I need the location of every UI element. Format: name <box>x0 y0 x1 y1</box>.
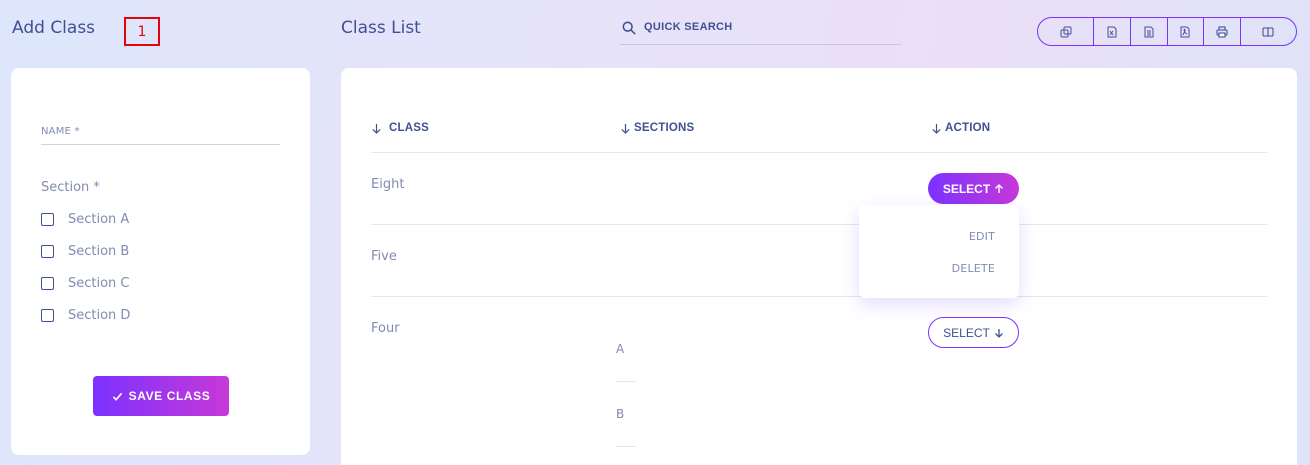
section-d-checkbox[interactable]: Section D <box>41 308 130 323</box>
highlight-badge: 1 <box>124 17 160 46</box>
dropdown-item-edit[interactable]: EDIT <box>969 230 995 243</box>
print-button[interactable] <box>1203 18 1240 45</box>
checkbox[interactable] <box>41 245 54 258</box>
class-list-card: CLASS SECTIONS ACTION Eight SELECT Five … <box>341 68 1297 465</box>
save-class-button[interactable]: SAVE CLASS <box>93 376 229 416</box>
checkbox-label: Section A <box>68 212 130 227</box>
section-a-checkbox[interactable]: Section A <box>41 212 129 227</box>
checkbox-label: Section C <box>68 276 130 291</box>
column-header-label: ACTION <box>945 122 991 134</box>
copy-icon <box>1060 26 1072 37</box>
select-button-eight[interactable]: SELECT <box>928 173 1019 204</box>
columns-icon <box>1262 26 1274 37</box>
checkbox[interactable] <box>41 213 54 226</box>
class-list-title: Class List <box>341 18 421 38</box>
copy-button[interactable] <box>1038 18 1093 45</box>
section-divider <box>616 446 636 447</box>
row-divider <box>371 296 1267 297</box>
select-label: SELECT <box>942 181 991 196</box>
check-icon <box>112 392 122 401</box>
search-icon <box>622 21 636 35</box>
sort-arrow-icon <box>372 123 381 134</box>
add-class-card: NAME * Section * Section A Section B Sec… <box>11 68 310 455</box>
sort-arrow-icon <box>932 123 941 134</box>
sort-arrow-icon <box>621 123 630 134</box>
checkbox[interactable] <box>41 277 54 290</box>
action-dropdown-menu: EDIT DELETE <box>859 205 1019 298</box>
arrow-up-icon <box>995 183 1004 193</box>
column-header-label: SECTIONS <box>634 122 695 134</box>
section-c-checkbox[interactable]: Section C <box>41 276 130 291</box>
checkbox-label: Section D <box>68 308 131 323</box>
print-icon <box>1216 25 1228 38</box>
section-divider <box>616 381 636 382</box>
csv-button[interactable] <box>1129 18 1167 45</box>
column-header-label: CLASS <box>389 122 429 134</box>
csv-icon <box>1144 26 1154 37</box>
name-input[interactable] <box>41 144 280 145</box>
row-divider <box>371 224 1267 225</box>
excel-button[interactable] <box>1093 18 1130 45</box>
section-label: Section * <box>41 180 100 195</box>
arrow-down-icon <box>994 328 1003 338</box>
pdf-button[interactable] <box>1166 18 1204 45</box>
select-button-four[interactable]: SELECT <box>928 317 1019 348</box>
export-toolbar <box>1037 17 1297 46</box>
name-label: NAME * <box>41 126 80 137</box>
dropdown-item-delete[interactable]: DELETE <box>952 262 995 275</box>
header-divider <box>371 152 1267 153</box>
checkbox-label: Section B <box>68 244 130 259</box>
table-row-class: Four <box>371 321 400 336</box>
pdf-icon <box>1180 26 1190 37</box>
column-header-action[interactable]: ACTION <box>931 122 990 134</box>
add-class-title: Add Class <box>12 18 96 38</box>
column-header-sections[interactable]: SECTIONS <box>620 122 694 134</box>
section-value: A <box>616 342 625 356</box>
excel-icon <box>1107 26 1117 37</box>
section-value: B <box>616 407 625 421</box>
columns-button[interactable] <box>1239 18 1296 45</box>
column-header-class[interactable]: CLASS <box>371 122 429 134</box>
save-class-label: SAVE CLASS <box>128 389 211 403</box>
checkbox[interactable] <box>41 309 54 322</box>
table-row-class: Five <box>371 249 397 264</box>
search-input[interactable] <box>644 21 884 33</box>
select-label: SELECT <box>943 325 990 340</box>
section-b-checkbox[interactable]: Section B <box>41 244 129 259</box>
table-row-class: Eight <box>371 177 405 192</box>
quick-search <box>620 12 901 45</box>
